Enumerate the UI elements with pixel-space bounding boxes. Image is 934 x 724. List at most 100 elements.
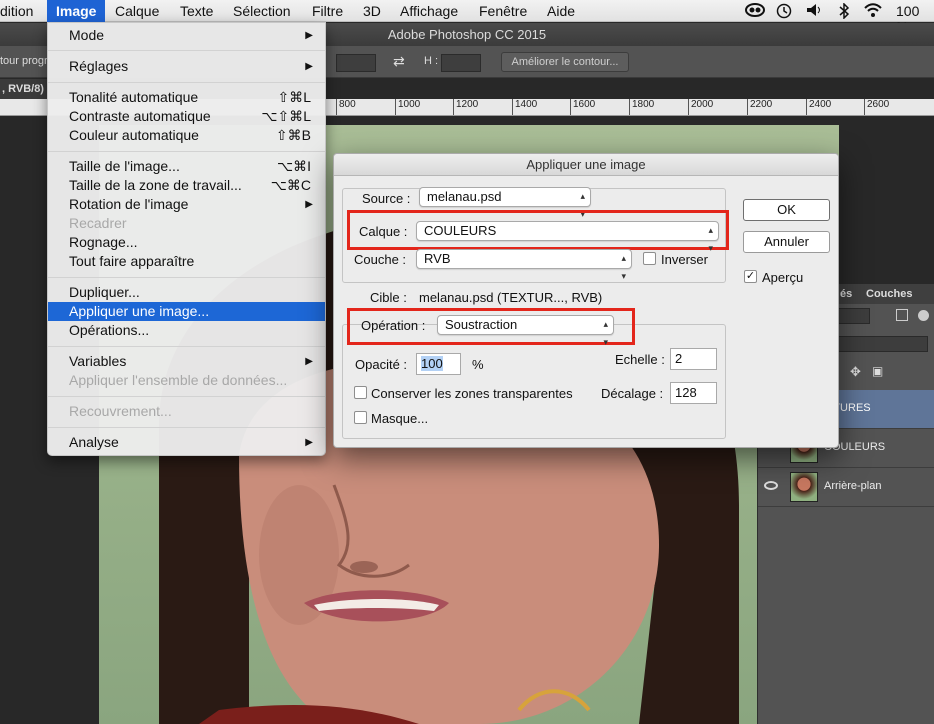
- layer-label: Calque :: [359, 224, 408, 239]
- menu-item-label: Recouvrement...: [69, 403, 172, 419]
- preview-checkbox[interactable]: ✓: [744, 270, 757, 283]
- system-menu-bar: dition Image Calque Texte Sélection Filt…: [0, 0, 934, 35]
- preserve-transparency-label: Conserver les zones transparentes: [371, 386, 573, 401]
- opacity-label: Opacité :: [355, 357, 408, 372]
- menu-item-contraste-auto[interactable]: Contraste automatique ⌥⇧⌘L: [48, 107, 325, 126]
- height-field[interactable]: [441, 54, 481, 72]
- ruler-label: 1400: [512, 99, 537, 115]
- invert-checkbox[interactable]: [643, 252, 656, 265]
- menu-item-recadrer: Recadrer: [48, 214, 325, 233]
- wifi-icon[interactable]: [863, 3, 883, 21]
- menu-item-label: Rognage...: [69, 234, 138, 250]
- menu-shortcut: ⌥⌘C: [270, 177, 311, 193]
- channel-label: Couche :: [354, 252, 407, 267]
- menu-item-appliquer-image[interactable]: Appliquer une image...: [48, 302, 325, 321]
- operation-label: Opération :: [361, 318, 426, 333]
- blend-mode-select[interactable]: [828, 336, 928, 352]
- menu-item-label: Tonalité automatique: [69, 89, 199, 105]
- menu-item-rotation[interactable]: Rotation de l'image ▶: [48, 195, 325, 214]
- opacity-input[interactable]: 100: [416, 353, 461, 375]
- ruler-label: 1000: [395, 99, 420, 115]
- channel-select[interactable]: RVB ▴ ▾: [416, 249, 632, 281]
- menu-item-label: Contraste automatique: [69, 108, 211, 124]
- menu-item-label: Taille de la zone de travail...: [69, 177, 242, 193]
- lock-all-icon[interactable]: ▣: [872, 364, 883, 378]
- menu-item-label: Rotation de l'image: [69, 196, 189, 212]
- tab-calques[interactable]: és: [840, 284, 852, 304]
- mask-checkbox[interactable]: [354, 411, 367, 424]
- menu-texte[interactable]: Texte: [180, 3, 213, 19]
- filter-image-icon[interactable]: [896, 309, 908, 321]
- offset-input[interactable]: 128: [670, 382, 717, 404]
- menu-item-mode[interactable]: Mode ▶: [48, 26, 325, 45]
- scale-input[interactable]: 2: [670, 348, 717, 370]
- menu-item-couleur-auto[interactable]: Couleur automatique ⇧⌘B: [48, 126, 325, 145]
- operation-value: Soustraction: [445, 317, 518, 332]
- menu-edition[interactable]: dition: [0, 3, 33, 19]
- dialog-title: Appliquer une image: [334, 154, 838, 176]
- menu-affichage[interactable]: Affichage: [400, 3, 458, 19]
- preserve-transparency-checkbox[interactable]: [354, 386, 367, 399]
- menu-item-label: Variables: [69, 353, 127, 369]
- target-value: melanau.psd (TEXTUR..., RVB): [419, 290, 603, 305]
- menu-item-appliquer-ensemble: Appliquer l'ensemble de données...: [48, 371, 325, 390]
- menu-item-label: Opérations...: [69, 322, 150, 338]
- bluetooth-icon[interactable]: [838, 2, 850, 22]
- menu-item-variables[interactable]: Variables ▶: [48, 352, 325, 371]
- document-tab[interactable]: , RVB/8): [0, 79, 50, 99]
- source-value: melanau.psd: [427, 189, 502, 204]
- menu-item-label: Taille de l'image...: [69, 158, 180, 174]
- menu-separator: [48, 151, 325, 152]
- ruler-label: 1600: [570, 99, 595, 115]
- menu-item-taille-zone[interactable]: Taille de la zone de travail... ⌥⌘C: [48, 176, 325, 195]
- menu-item-label: Appliquer une image...: [69, 303, 210, 319]
- source-label: Source :: [362, 191, 411, 206]
- menu-item-tonalite-auto[interactable]: Tonalité automatique ⇧⌘L: [48, 88, 325, 107]
- invert-label: Inverser: [661, 252, 708, 267]
- operation-select[interactable]: Soustraction ▴ ▾: [437, 315, 614, 347]
- source-select[interactable]: melanau.psd ▴ ▾: [419, 187, 591, 219]
- tab-couches[interactable]: Couches: [866, 284, 912, 304]
- apply-image-dialog: Appliquer une image Source : melanau.psd…: [333, 153, 839, 448]
- menu-filtre[interactable]: Filtre: [312, 3, 343, 19]
- menu-item-reglages[interactable]: Réglages ▶: [48, 57, 325, 76]
- options-left-text: tour progr: [0, 55, 48, 67]
- menu-image[interactable]: Image: [47, 0, 105, 22]
- ruler-label: 1200: [453, 99, 478, 115]
- menu-item-dupliquer[interactable]: Dupliquer...: [48, 283, 325, 302]
- menu-item-tout-faire-apparaitre[interactable]: Tout faire apparaître: [48, 252, 325, 271]
- time-machine-icon[interactable]: [775, 3, 793, 22]
- menu-item-label: Recadrer: [69, 215, 127, 231]
- menu-selection[interactable]: Sélection: [233, 3, 291, 19]
- mask-label: Masque...: [371, 411, 429, 426]
- menu-aide[interactable]: Aide: [547, 3, 575, 19]
- ok-button[interactable]: OK: [743, 199, 830, 221]
- menu-item-operations[interactable]: Opérations...: [48, 321, 325, 340]
- target-label: Cible :: [370, 290, 407, 305]
- menu-3d[interactable]: 3D: [363, 3, 381, 19]
- menu-item-analyse[interactable]: Analyse ▶: [48, 433, 325, 452]
- ruler-label: 2000: [688, 99, 713, 115]
- menu-fenetre[interactable]: Fenêtre: [479, 3, 527, 19]
- menu-calque[interactable]: Calque: [115, 3, 159, 19]
- ruler-label: 800: [336, 99, 356, 115]
- menu-shortcut: ⇧⌘L: [277, 89, 311, 105]
- creative-cloud-icon[interactable]: [745, 3, 765, 20]
- opacity-value: 100: [421, 356, 443, 371]
- layer-row-background[interactable]: Arrière-plan: [758, 468, 934, 507]
- refine-edge-button[interactable]: Améliorer le contour...: [501, 52, 629, 72]
- menu-item-rognage[interactable]: Rognage...: [48, 233, 325, 252]
- menu-separator: [48, 396, 325, 397]
- stepper-arrows-icon: ▴ ▾: [708, 225, 713, 253]
- cancel-button[interactable]: Annuler: [743, 231, 830, 253]
- offset-label: Décalage :: [601, 386, 664, 401]
- menu-item-taille-image[interactable]: Taille de l'image... ⌥⌘I: [48, 157, 325, 176]
- volume-icon[interactable]: [806, 3, 824, 20]
- width-field[interactable]: [336, 54, 376, 72]
- lock-position-icon[interactable]: ✥: [850, 364, 861, 380]
- filter-adjust-icon[interactable]: [918, 310, 929, 321]
- swap-icon[interactable]: ⇄: [393, 53, 405, 70]
- visibility-eye-icon[interactable]: [764, 481, 778, 490]
- layer-select[interactable]: COULEURS ▴ ▾: [416, 221, 719, 253]
- menu-item-label: Réglages: [69, 58, 129, 74]
